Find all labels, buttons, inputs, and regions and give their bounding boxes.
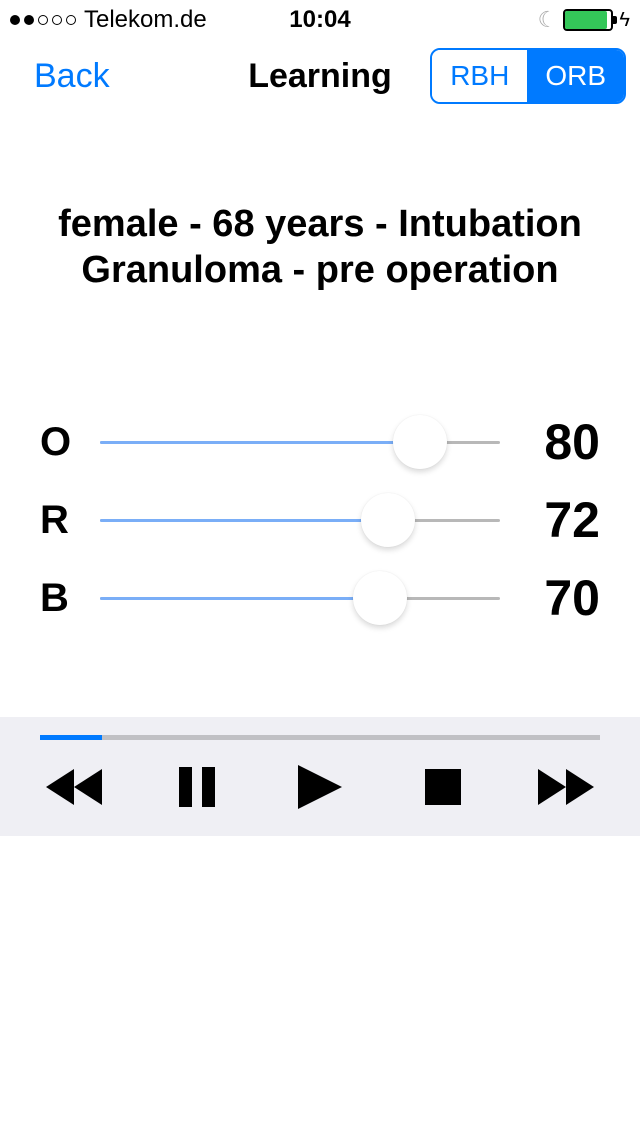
segment-orb[interactable]: ORB <box>527 50 624 102</box>
slider-o[interactable] <box>100 422 500 462</box>
play-button[interactable] <box>290 764 350 810</box>
slider-r[interactable] <box>100 500 500 540</box>
slider-row-r: R 72 <box>40 481 600 559</box>
stop-icon <box>425 769 461 805</box>
rewind-button[interactable] <box>44 764 104 810</box>
stop-button[interactable] <box>413 764 473 810</box>
pause-icon <box>179 767 215 807</box>
fast-forward-button[interactable] <box>536 764 596 810</box>
slider-group: O 80 R 72 B 70 <box>0 293 640 637</box>
clock: 10:04 <box>0 6 640 34</box>
slider-label-o: O <box>40 420 100 465</box>
pause-button[interactable] <box>167 764 227 810</box>
progress-bar[interactable] <box>40 735 600 740</box>
navigation-bar: Back Learning RBH ORB <box>0 40 640 112</box>
play-icon <box>298 765 342 809</box>
slider-b[interactable] <box>100 578 500 618</box>
case-description: female - 68 years - Intubation Granuloma… <box>0 112 640 293</box>
slider-value-r: 72 <box>500 491 600 549</box>
player-controls <box>40 764 600 810</box>
slider-value-o: 80 <box>500 413 600 471</box>
slider-label-b: B <box>40 576 100 621</box>
rewind-icon <box>46 769 102 805</box>
battery-icon <box>563 9 613 31</box>
segmented-control[interactable]: RBH ORB <box>430 48 626 104</box>
slider-label-r: R <box>40 498 100 543</box>
audio-player <box>0 717 640 836</box>
segment-rbh[interactable]: RBH <box>432 50 527 102</box>
slider-row-b: B 70 <box>40 559 600 637</box>
status-bar: Telekom.de 10:04 ☾ ϟ <box>0 0 640 40</box>
back-button[interactable]: Back <box>34 57 110 96</box>
fast-forward-icon <box>538 769 594 805</box>
progress-fill <box>40 735 102 740</box>
slider-value-b: 70 <box>500 569 600 627</box>
slider-row-o: O 80 <box>40 403 600 481</box>
